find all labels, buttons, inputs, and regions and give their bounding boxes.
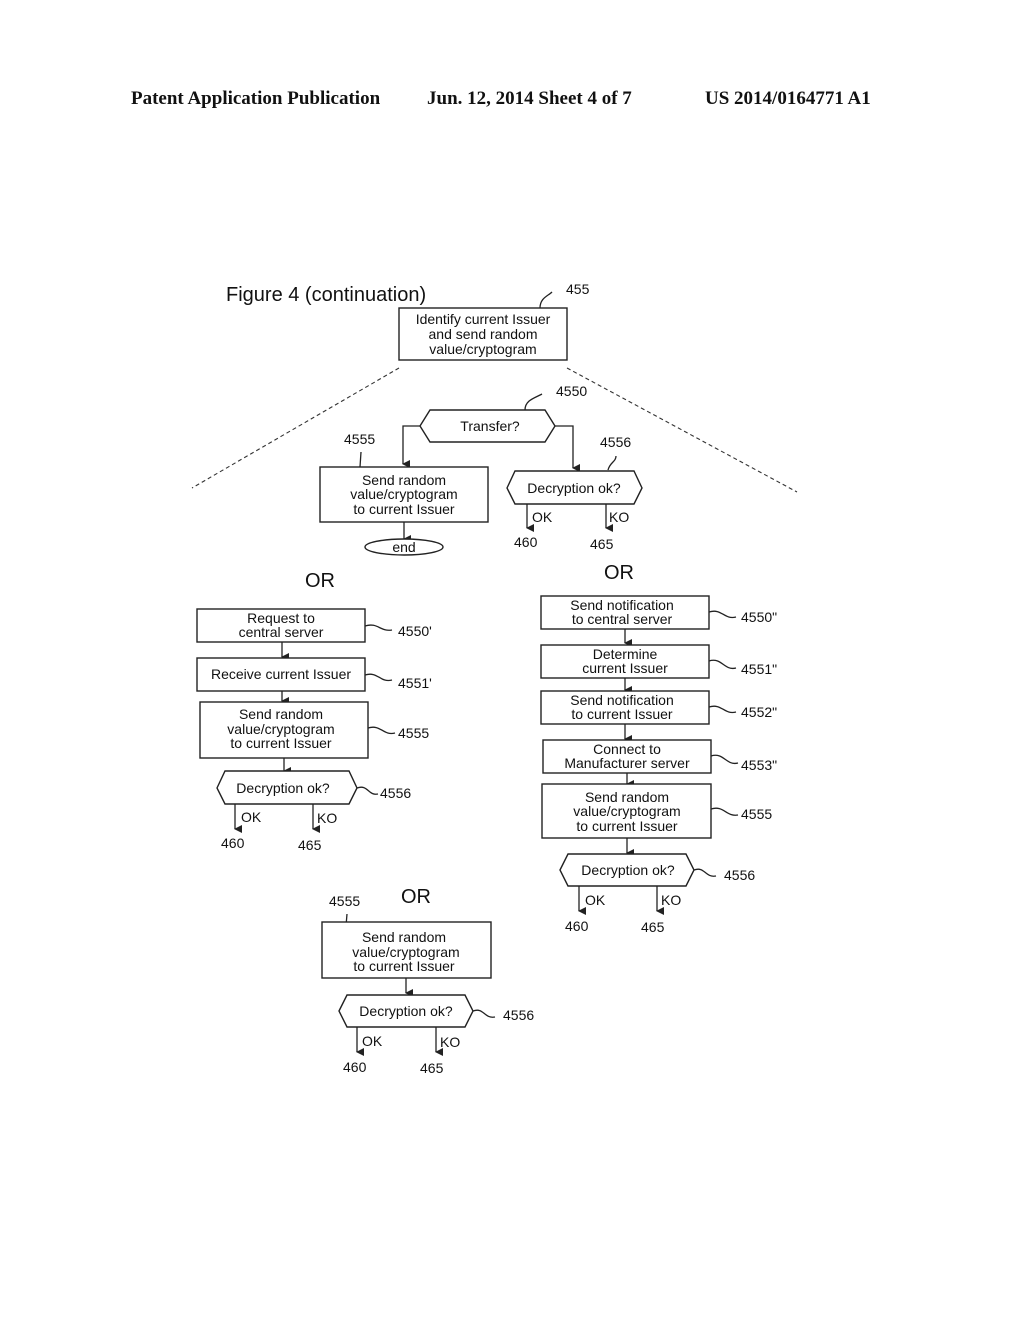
alt1-step-receive-issuer: Receive current Issuer bbox=[196, 657, 366, 692]
ref-leader bbox=[708, 659, 737, 670]
step-line: Send random bbox=[362, 929, 446, 945]
alt2-step-determine-issuer: Determine current Issuer bbox=[540, 644, 710, 679]
ko-label: KO bbox=[609, 509, 629, 525]
ko-label: KO bbox=[317, 810, 337, 826]
ref-label: 4551" bbox=[741, 661, 777, 677]
connector-arrow bbox=[402, 425, 420, 468]
ref-label: 4556 bbox=[380, 785, 411, 801]
ko-label: KO bbox=[661, 892, 681, 908]
ref-label: 4552" bbox=[741, 704, 777, 720]
ref-leader bbox=[472, 1009, 496, 1018]
step-line: Receive current Issuer bbox=[211, 666, 351, 682]
ref-label: 4551' bbox=[398, 675, 432, 691]
ref-label: 4553" bbox=[741, 757, 777, 773]
ok-ref: 460 bbox=[343, 1059, 367, 1075]
ref-leader bbox=[524, 393, 543, 411]
alt3-step-send-random: Send random value/cryptogram to current … bbox=[321, 921, 492, 979]
ok-ref: 460 bbox=[514, 534, 538, 550]
decision-label: Decryption ok? bbox=[359, 1003, 453, 1019]
ref-leader bbox=[359, 451, 362, 468]
alt1-decision-decryption: Decryption ok? bbox=[216, 770, 358, 805]
alt1-step-send-random: Send random value/cryptogram to current … bbox=[199, 701, 369, 759]
step-line: central server bbox=[239, 624, 324, 640]
flowchart-diagram: Figure 4 (continuation) Identify current… bbox=[191, 281, 798, 1076]
ref-leader bbox=[607, 455, 617, 471]
ref-leader bbox=[708, 610, 737, 619]
or-label: OR bbox=[401, 886, 431, 908]
alt2-decision-decryption: Decryption ok? bbox=[559, 853, 695, 887]
step-line: value/cryptogram bbox=[429, 341, 536, 357]
step-line: Identify current Issuer bbox=[416, 311, 551, 327]
ref-label: 4555 bbox=[741, 806, 772, 822]
ko-ref: 465 bbox=[420, 1060, 444, 1076]
decision-transfer: Transfer? bbox=[419, 409, 556, 443]
decision-decryption-top: Decryption ok? bbox=[506, 470, 643, 505]
decision-label: Transfer? bbox=[460, 418, 520, 434]
ref-leader bbox=[364, 673, 393, 682]
ref-leader bbox=[364, 624, 393, 631]
or-label: OR bbox=[305, 570, 335, 592]
ok-ref: 460 bbox=[565, 918, 589, 934]
ref-label: 4556 bbox=[600, 434, 631, 450]
decision-label: Decryption ok? bbox=[236, 780, 330, 796]
alt2-step-connect-manufacturer: Connect to Manufacturer server bbox=[542, 739, 712, 774]
ref-leader bbox=[539, 291, 553, 309]
step-identify-issuer: Identify current Issuer and send random … bbox=[398, 307, 568, 361]
ok-label: OK bbox=[585, 892, 606, 908]
ref-label: 4550 bbox=[556, 383, 587, 399]
connector-arrow bbox=[555, 425, 580, 472]
step-line: and send random bbox=[429, 326, 538, 342]
alt2-step-send-random: Send random value/cryptogram to current … bbox=[541, 783, 712, 839]
ko-ref: 465 bbox=[590, 536, 614, 552]
step-line: to current Issuer bbox=[353, 501, 454, 517]
ok-ref: 460 bbox=[221, 835, 245, 851]
step-line: to current Issuer bbox=[230, 735, 331, 751]
ref-leader bbox=[367, 726, 396, 735]
step-line: to current Issuer bbox=[571, 706, 672, 722]
step-line: value/cryptogram bbox=[573, 803, 680, 819]
ref-label: 4555 bbox=[344, 431, 375, 447]
figure-title: Figure 4 (continuation) bbox=[226, 284, 426, 306]
decision-label: Decryption ok? bbox=[527, 480, 621, 496]
ref-label: 455 bbox=[566, 281, 590, 297]
step-line: current Issuer bbox=[582, 660, 668, 676]
ok-label: OK bbox=[362, 1033, 383, 1049]
step-line: Manufacturer server bbox=[564, 755, 690, 771]
ok-label: OK bbox=[532, 509, 553, 525]
alt1-step-request-central: Request to central server bbox=[196, 608, 366, 643]
ref-label: 4555 bbox=[329, 893, 360, 909]
ref-leader bbox=[693, 868, 717, 877]
ref-label: 4556 bbox=[503, 1007, 534, 1023]
alt2-step-notify-central: Send notification to central server bbox=[540, 595, 710, 630]
ref-leader bbox=[710, 807, 739, 816]
step-line: value/cryptogram bbox=[350, 486, 457, 502]
terminal-end: end bbox=[364, 538, 444, 556]
decision-label: Decryption ok? bbox=[581, 862, 675, 878]
ref-label: 4550' bbox=[398, 623, 432, 639]
ref-label: 4555 bbox=[398, 725, 429, 741]
or-label: OR bbox=[604, 562, 634, 584]
terminal-label: end bbox=[392, 539, 415, 555]
ref-leader bbox=[708, 705, 737, 714]
alt2-step-notify-issuer: Send notification to current Issuer bbox=[540, 690, 710, 725]
step-line: to current Issuer bbox=[353, 958, 454, 974]
ref-leader bbox=[710, 754, 739, 765]
ref-leader bbox=[356, 786, 379, 795]
ref-label: 4556 bbox=[724, 867, 755, 883]
step-line: Send random bbox=[239, 706, 323, 722]
ko-label: KO bbox=[440, 1034, 460, 1050]
alt3-decision-decryption: Decryption ok? bbox=[338, 994, 474, 1028]
ko-ref: 465 bbox=[298, 837, 322, 853]
step-send-random: Send random value/cryptogram to current … bbox=[319, 466, 489, 523]
ref-label: 4550" bbox=[741, 609, 777, 625]
step-line: to current Issuer bbox=[576, 818, 677, 834]
step-line: to central server bbox=[572, 611, 673, 627]
ko-ref: 465 bbox=[641, 919, 665, 935]
ok-label: OK bbox=[241, 809, 262, 825]
